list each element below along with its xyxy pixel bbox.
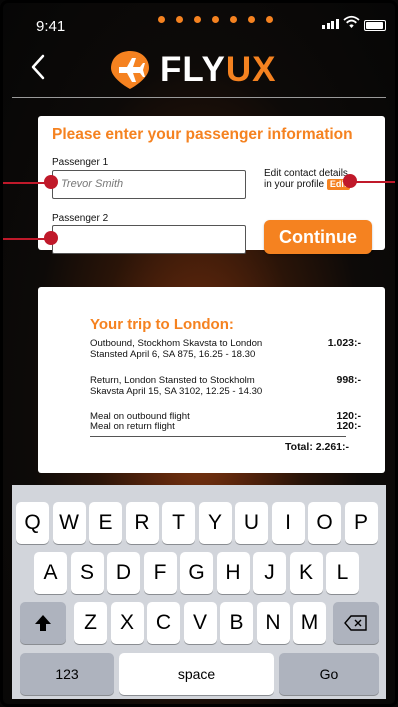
numbers-key[interactable]: 123 xyxy=(20,653,114,695)
passenger1-input[interactable]: Trevor Smith xyxy=(52,170,246,199)
key-x[interactable]: X xyxy=(110,602,144,644)
key-k[interactable]: K xyxy=(289,552,323,594)
page-indicator-dots xyxy=(158,16,273,23)
go-key[interactable]: Go xyxy=(279,653,379,695)
trip-summary-card: Your trip to London: Outbound, Stockhom … xyxy=(38,287,385,473)
key-l[interactable]: L xyxy=(326,552,359,594)
trip-item-price: 998:- xyxy=(336,374,361,386)
passenger-info-card: Please enter your passenger information … xyxy=(38,116,385,254)
key-c[interactable]: C xyxy=(147,602,180,644)
key-r[interactable]: R xyxy=(125,502,159,544)
trip-item-line2: Stansted April 6, SA 875, 16.25 - 18.30 xyxy=(90,349,256,360)
key-o[interactable]: O xyxy=(308,502,341,544)
key-q[interactable]: Q xyxy=(16,502,49,544)
key-w[interactable]: W xyxy=(52,502,86,544)
backspace-key[interactable] xyxy=(333,602,379,644)
key-y[interactable]: Y xyxy=(198,502,232,544)
status-bar: 9:41 xyxy=(0,0,398,44)
passenger2-label: Passenger 2 xyxy=(52,213,109,224)
trip-item-line1: Outbound, Stockhom Skavsta to London xyxy=(90,338,263,349)
key-d[interactable]: D xyxy=(107,552,140,594)
key-j[interactable]: J xyxy=(253,552,286,594)
logo-text-ux: UX xyxy=(225,50,277,89)
marker-line-passenger2 xyxy=(0,238,50,240)
shift-key[interactable] xyxy=(20,602,66,644)
header-divider xyxy=(12,97,386,98)
battery-icon xyxy=(364,20,386,31)
delete-icon xyxy=(344,615,367,631)
edit-note-line2: in your profile xyxy=(264,179,325,190)
marker-line-edit xyxy=(350,181,398,183)
space-key[interactable]: space xyxy=(119,653,274,695)
key-f[interactable]: F xyxy=(143,552,177,594)
status-time: 9:41 xyxy=(36,18,66,35)
key-g[interactable]: G xyxy=(180,552,213,594)
back-chevron-icon[interactable] xyxy=(30,54,46,80)
marker-dot-passenger2 xyxy=(44,231,58,245)
trip-item-return: Return, London Stansted to Stockholm Ska… xyxy=(90,374,369,398)
passenger1-value: Trevor Smith xyxy=(61,178,124,190)
key-v[interactable]: V xyxy=(183,602,217,644)
trip-title: Your trip to London: xyxy=(90,316,234,333)
trip-total: Total: 2.261:- xyxy=(285,441,349,453)
app-screen: 9:41 FLY UX Please enter your passenger … xyxy=(0,0,398,707)
marker-dot-edit xyxy=(343,174,357,188)
key-p[interactable]: P xyxy=(344,502,378,544)
key-t[interactable]: T xyxy=(162,502,195,544)
key-m[interactable]: M xyxy=(293,602,326,644)
key-u[interactable]: U xyxy=(235,502,268,544)
total-divider xyxy=(90,436,346,437)
trip-item-line1: Meal on return flight xyxy=(90,421,175,432)
signal-icon xyxy=(322,19,339,29)
passenger1-label: Passenger 1 xyxy=(52,157,109,168)
key-e[interactable]: E xyxy=(89,502,122,544)
key-b[interactable]: B xyxy=(220,602,253,644)
logo-text-fly: FLY xyxy=(160,50,226,89)
key-i[interactable]: I xyxy=(271,502,305,544)
key-s[interactable]: S xyxy=(70,552,104,594)
edit-note-line1: Edit contact details xyxy=(264,168,348,179)
marker-line-passenger1 xyxy=(0,182,50,184)
trip-item-line1: Return, London Stansted to Stockholm xyxy=(90,375,255,386)
passenger2-input[interactable] xyxy=(52,225,246,254)
wifi-icon xyxy=(343,15,360,28)
trip-item-outbound: Outbound, Stockhom Skavsta to London Sta… xyxy=(90,337,369,361)
flyux-logo: FLY UX xyxy=(108,48,277,92)
key-z[interactable]: Z xyxy=(74,602,107,644)
edit-contact-note: Edit contact details in your profile Edi… xyxy=(264,168,350,190)
marker-dot-passenger1 xyxy=(44,175,58,189)
trip-item-price: 1.023:- xyxy=(327,337,361,349)
passenger-card-title: Please enter your passenger information xyxy=(52,126,353,143)
trip-item-price: 120:- xyxy=(336,420,361,432)
trip-item-meal-return: Meal on return flight 120:- xyxy=(90,420,369,433)
continue-button[interactable]: Continue xyxy=(264,220,372,254)
key-a[interactable]: A xyxy=(34,552,67,594)
key-n[interactable]: N xyxy=(256,602,290,644)
airplane-pin-icon xyxy=(111,51,149,89)
onscreen-keyboard: QWERTYUIOP ASDFGHJKL ZXCVBNM 123 space G… xyxy=(12,485,386,699)
shift-arrow-icon xyxy=(35,615,51,631)
key-h[interactable]: H xyxy=(216,552,250,594)
trip-item-line2: Skavsta April 15, SA 3102, 12.25 - 14.30 xyxy=(90,386,263,397)
